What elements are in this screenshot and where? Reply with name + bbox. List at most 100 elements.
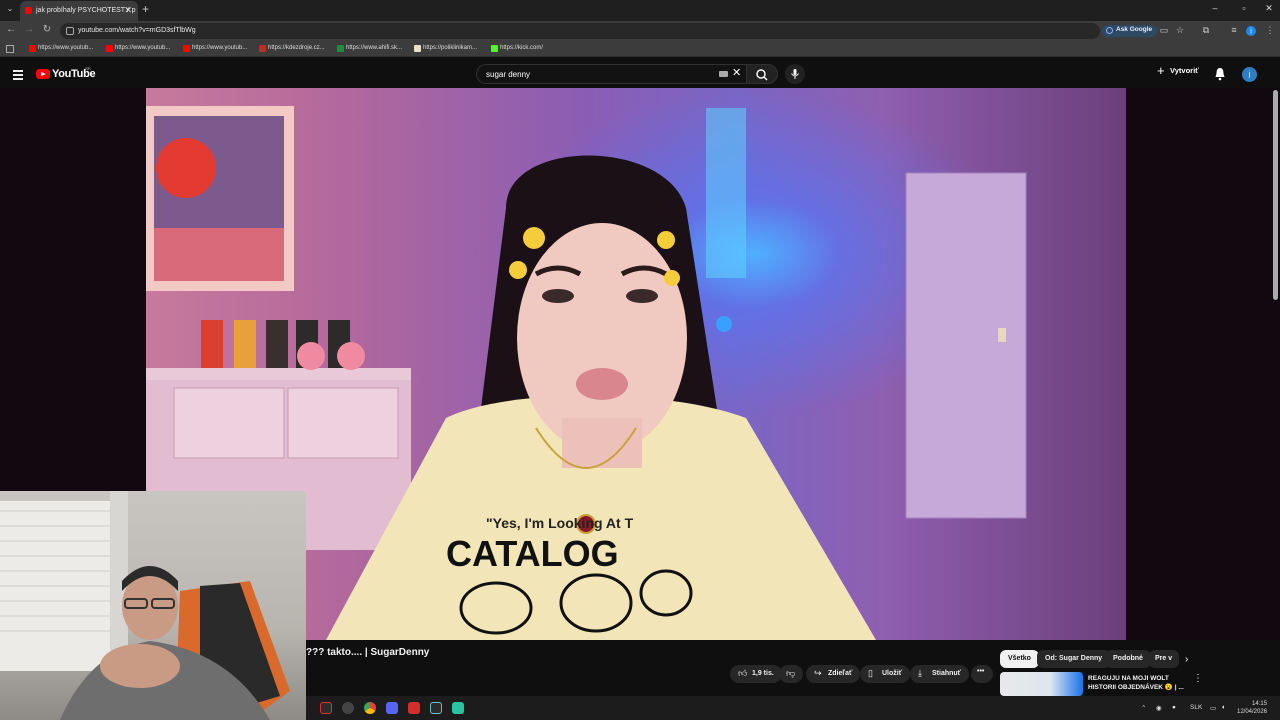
maximize-icon[interactable]: ▫ (1237, 3, 1251, 13)
recommendation-title[interactable]: REAGUJU NA MOJI WOLT HISTORII OBJEDNÁVEK… (1088, 674, 1188, 692)
download-button[interactable]: ⤓ Stiahnuť (910, 665, 970, 683)
thumbs-up-icon: 👍︎ (738, 668, 748, 678)
profile-avatar[interactable]: j (1246, 26, 1256, 36)
tray-volume-icon[interactable]: 🔈︎ (1222, 704, 1226, 712)
clock-date: 12/04/2026 (1237, 709, 1268, 715)
extensions-icon[interactable]: ⧉ (1200, 25, 1212, 37)
bookmark-item[interactable]: https://www.ahifi.sk... (337, 45, 403, 52)
bookmark-icon: ▯ (868, 668, 873, 678)
more-horizontal-icon: ••• (977, 668, 985, 675)
tab-search-icon[interactable]: ⌄ (4, 4, 16, 16)
chrome-icon[interactable] (364, 702, 376, 714)
shirt-tagline: "Yes, I'm Looking At T (486, 515, 634, 531)
search-icon (756, 69, 768, 81)
browser-menu-icon[interactable]: ⋮ (1264, 25, 1276, 37)
taskbar-app-icon[interactable] (452, 702, 464, 714)
tray-network-icon[interactable]: ◉ (1156, 704, 1162, 712)
account-avatar[interactable]: j (1242, 67, 1257, 82)
forward-icon[interactable]: → (23, 24, 35, 35)
bookmark-favicon-icon (106, 45, 113, 52)
chip-for-you[interactable]: Pre v (1149, 650, 1179, 668)
video-title: ??? takto.... | SugarDenny (306, 647, 430, 658)
cast-icon[interactable]: ▭ (1158, 25, 1170, 37)
microphone-icon (791, 69, 799, 79)
search-button[interactable] (746, 64, 778, 84)
youtube-favicon-icon (25, 7, 32, 14)
share-label: Zdieľať (828, 670, 853, 677)
bookmark-favicon-icon (29, 45, 36, 52)
youtube-logo-icon[interactable] (36, 69, 50, 79)
bookmark-item[interactable]: https://kick.com/ (491, 45, 544, 52)
download-icon: ⤓ (918, 668, 922, 678)
menu-icon[interactable] (13, 70, 23, 82)
clear-search-icon[interactable]: ✕ (732, 66, 741, 79)
taskbar-app-icon[interactable] (320, 702, 332, 714)
bookmark-item[interactable]: https://poliklinikam... (414, 45, 477, 52)
tray-mic-icon[interactable]: ● (1172, 704, 1176, 711)
close-tab-icon[interactable]: ✕ (124, 5, 132, 16)
close-window-icon[interactable]: ✕ (1262, 3, 1276, 14)
taskbar-app-icon[interactable] (408, 702, 420, 714)
taskbar-app-icon[interactable] (430, 702, 442, 714)
save-label: Uložiť (882, 670, 903, 677)
tray-language[interactable]: SLK (1190, 704, 1202, 711)
country-code: SK (85, 66, 92, 71)
site-info-icon[interactable] (66, 27, 74, 35)
like-count: 1,9 tis. (752, 670, 774, 677)
tab-title: jak probíhaly PSYCHOTESTY p (36, 7, 136, 14)
notifications-bell-icon[interactable] (1214, 67, 1226, 81)
bookmark-star-icon[interactable]: ☆ (1174, 25, 1186, 37)
bookmark-label: https://kdezdroje.cz... (268, 45, 325, 51)
create-button[interactable]: Vytvoriť (1157, 63, 1199, 78)
apps-grid-icon[interactable] (6, 45, 14, 53)
google-lens-icon (1106, 27, 1113, 34)
bookmark-item[interactable]: https://www.youtub... (183, 45, 248, 52)
search-input[interactable]: sugar denny (476, 64, 746, 84)
browser-tab-bar (0, 0, 1280, 21)
bookmark-favicon-icon (414, 45, 421, 52)
bookmark-item[interactable]: https://kdezdroje.cz... (259, 45, 325, 52)
back-icon[interactable]: ← (5, 24, 17, 35)
reload-icon[interactable]: ↻ (41, 24, 53, 35)
tray-display-icon[interactable]: ▭ (1210, 704, 1216, 712)
browser-tab-active[interactable]: jak probíhaly PSYCHOTESTY p ✕ (20, 1, 138, 21)
new-tab-icon[interactable]: + (142, 2, 149, 16)
ask-google-label: Ask Google (1116, 26, 1153, 33)
like-button[interactable]: 👍︎ 1,9 tis. (730, 665, 782, 683)
download-label: Stiahnuť (932, 670, 962, 677)
bookmark-item[interactable]: https://www.youtub... (106, 45, 170, 52)
search-value: sugar denny (486, 70, 531, 79)
chip-related[interactable]: Podobné (1105, 650, 1151, 668)
bookmark-favicon-icon (337, 45, 344, 52)
ask-google-button[interactable]: Ask Google (1102, 25, 1158, 37)
chevron-right-icon[interactable]: › (1185, 654, 1188, 665)
bookmark-favicon-icon (183, 45, 190, 52)
bookmark-favicon-icon (491, 45, 498, 52)
minimize-icon[interactable]: – (1208, 3, 1222, 13)
save-button[interactable]: ▯ Uložiť (860, 665, 911, 683)
bookmark-item[interactable]: https://www.youtub... (29, 45, 93, 52)
taskbar-clock[interactable]: 14:15 12/04/2026 (1237, 700, 1267, 716)
page-scrollbar[interactable] (1273, 90, 1278, 300)
reading-list-icon[interactable]: ≡ (1228, 25, 1240, 37)
keyboard-icon[interactable] (719, 71, 728, 77)
tray-chevron-icon[interactable]: ⌃ (1141, 704, 1146, 712)
chip-from-channel[interactable]: Od: Sugar Denny (1037, 650, 1111, 668)
shirt-text: CATALOG (446, 533, 619, 574)
voice-search-button[interactable] (785, 64, 805, 84)
bookmark-label: https://kick.com/ (500, 45, 544, 51)
address-bar[interactable]: youtube.com/watch?v=mGD3sfTlbWg (60, 23, 1100, 39)
bookmark-label: https://www.youtub... (192, 45, 248, 51)
chip-all[interactable]: Všetko (1000, 650, 1039, 668)
dislike-button[interactable]: 👎︎ (779, 665, 803, 683)
recommendation-menu-icon[interactable]: ⋮ (1193, 673, 1203, 684)
discord-icon[interactable] (386, 702, 398, 714)
recommendation-thumbnail[interactable] (1000, 672, 1083, 696)
bookmark-label: https://www.ahifi.sk... (346, 45, 403, 51)
share-button[interactable]: ↪ Zdieľať (806, 665, 861, 683)
more-actions-button[interactable]: ••• (971, 665, 993, 683)
share-icon: ↪ (814, 668, 822, 678)
door (905, 172, 1027, 519)
taskbar-app-icon[interactable] (342, 702, 354, 714)
webcam-frame (0, 491, 290, 720)
